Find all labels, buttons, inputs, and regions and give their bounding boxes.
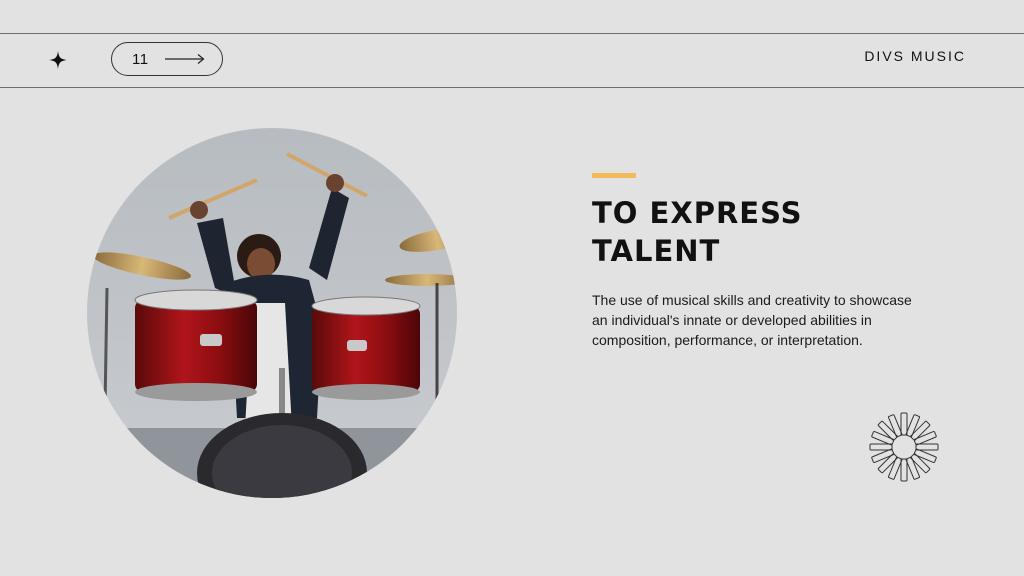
four-point-star-icon (49, 51, 67, 69)
radial-burst-icon (869, 412, 939, 482)
long-arrow-right-icon (164, 54, 205, 64)
page-number-pill[interactable]: 11 (111, 42, 223, 76)
header-bottom-rule (0, 87, 1024, 88)
description-text: The use of musical skills and creativity… (592, 292, 912, 348)
header-top-rule (0, 33, 1024, 34)
section-heading: TO EXPRESS TALENT (592, 196, 803, 268)
drummer-photo (87, 128, 457, 498)
accent-bar (592, 173, 636, 178)
brand-name: DIVS MUSIC (864, 48, 966, 64)
page-number: 11 (132, 50, 149, 68)
